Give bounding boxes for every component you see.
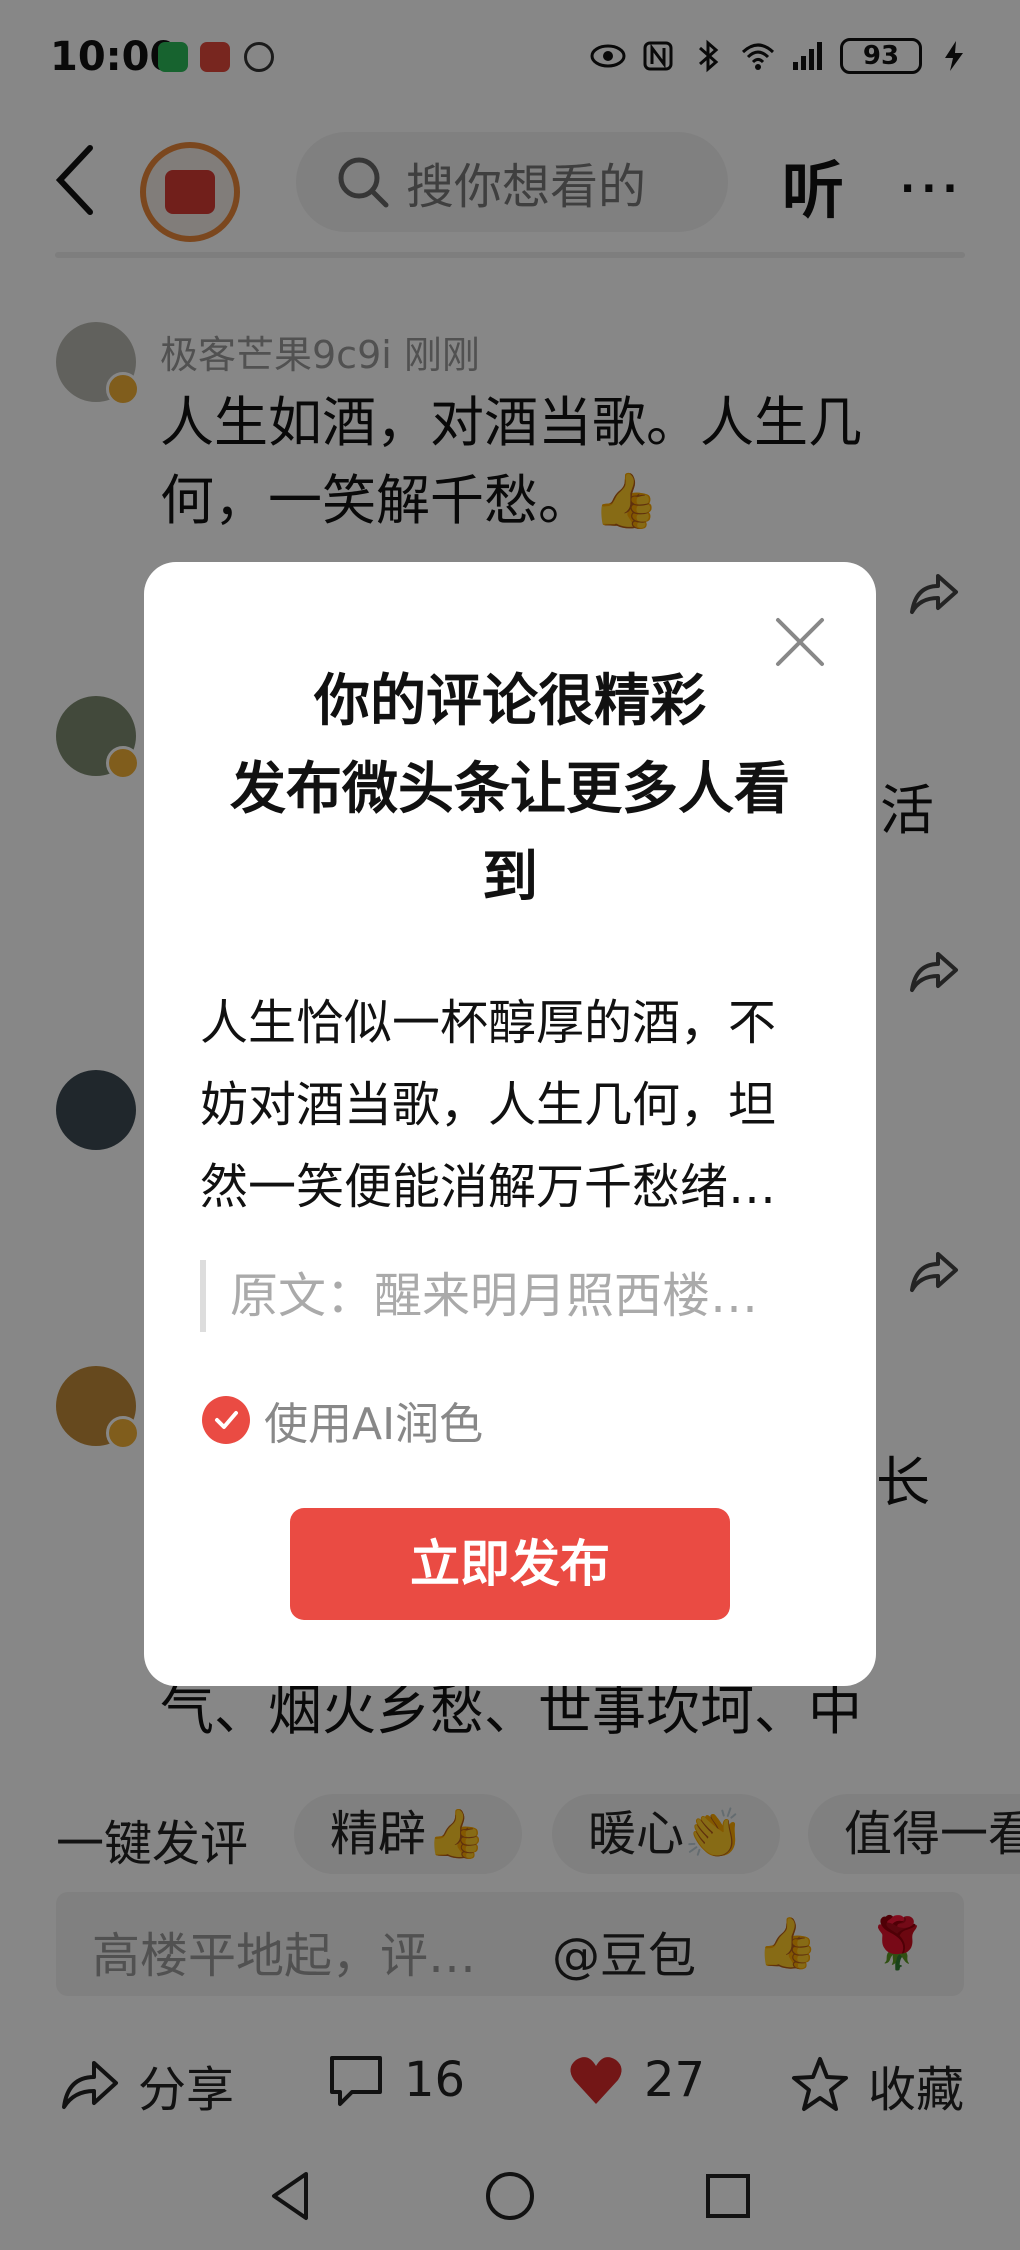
publish-button[interactable]: 立即发布 [290,1508,730,1620]
original-comment-quote: 原文：醒来明月照西楼… [200,1260,820,1332]
polished-comment-text: 人生恰似一杯醇厚的酒，不妨对酒当歌，人生几何，坦然一笑便能消解万千愁绪… [200,995,777,1215]
publish-dialog: 你的评论很精彩 发布微头条让更多人看到 人生恰似一杯醇厚的酒，不妨对酒当歌，人生… [144,562,876,1686]
ai-polish-label: 使用AI润色 [264,1399,484,1450]
ai-polish-checkbox[interactable]: 使用AI润色 [202,1388,483,1452]
dialog-title-line1: 你的评论很精彩 [314,669,706,734]
checkmark-icon [202,1396,250,1444]
dialog-title-line2: 发布微头条让更多人看到 [230,757,790,910]
dialog-title: 你的评论很精彩 发布微头条让更多人看到 [204,658,816,922]
